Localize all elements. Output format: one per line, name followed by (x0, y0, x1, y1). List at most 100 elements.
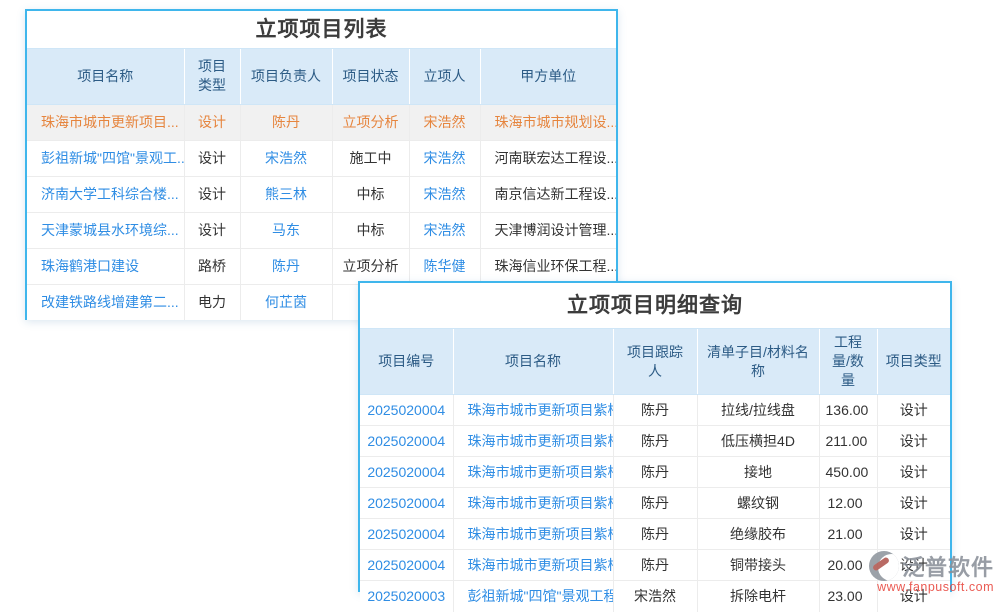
quantity-cell: 211.00 (819, 426, 877, 457)
project-list-title: 立项项目列表 (27, 11, 616, 49)
project-leader-cell[interactable]: 宋浩然 (240, 140, 332, 176)
project-type-cell: 路桥 (184, 248, 240, 284)
quantity-cell: 12.00 (819, 488, 877, 519)
tracker-cell: 陈丹 (613, 426, 697, 457)
project-status-cell: 施工中 (332, 140, 409, 176)
project-name-cell[interactable]: 天津蒙城县水环境综... (27, 212, 184, 248)
col-header-project-type: 项目类型 (877, 329, 950, 395)
project-list-panel: 立项项目列表 项目名称 项目类型 项目负责人 项目状态 立项人 甲方单位 珠海市… (25, 9, 618, 320)
client-unit-cell: 珠海市城市规划设... (480, 104, 616, 140)
tracker-cell: 陈丹 (613, 550, 697, 581)
project-name-cell[interactable]: 珠海市城市更新项目紫桐 (453, 426, 613, 457)
table-row[interactable]: 珠海鹤港口建设 路桥 陈丹 立项分析 陈华健 珠海信业环保工程... (27, 248, 616, 284)
project-leader-cell[interactable]: 陈丹 (240, 104, 332, 140)
material-cell: 螺纹钢 (697, 488, 819, 519)
table-row[interactable]: 济南大学工科综合楼... 设计 熊三林 中标 宋浩然 南京信达新工程设... (27, 176, 616, 212)
col-header-project-status: 项目状态 (332, 49, 409, 104)
col-header-project-no: 项目编号 (360, 329, 453, 395)
table-row[interactable]: 彭祖新城"四馆"景观工... 设计 宋浩然 施工中 宋浩然 河南联宏达工程设..… (27, 140, 616, 176)
project-no-cell[interactable]: 2025020004 (360, 488, 453, 519)
tracker-cell: 宋浩然 (613, 581, 697, 612)
project-leader-cell[interactable]: 陈丹 (240, 248, 332, 284)
col-header-tracker: 项目跟踪人 (613, 329, 697, 395)
project-status-cell: 中标 (332, 212, 409, 248)
table-row[interactable]: 2025020003 彭祖新城"四馆"景观工程 宋浩然 拆除电杆 23.00 设… (360, 581, 950, 612)
watermark: 泛普软件 www.fanpusoft.com (869, 550, 994, 594)
project-no-cell[interactable]: 2025020004 (360, 550, 453, 581)
project-leader-cell[interactable]: 马东 (240, 212, 332, 248)
quantity-cell: 21.00 (819, 519, 877, 550)
col-header-client-unit: 甲方单位 (480, 49, 616, 104)
quantity-cell: 136.00 (819, 395, 877, 426)
project-name-cell[interactable]: 珠海市城市更新项目紫桐 (453, 550, 613, 581)
col-header-initiator: 立项人 (409, 49, 480, 104)
project-status-cell: 立项分析 (332, 248, 409, 284)
project-detail-panel: 立项项目明细查询 项目编号 项目名称 项目跟踪人 清单子目/材料名称 工程量/数… (358, 281, 952, 592)
material-cell: 铜带接头 (697, 550, 819, 581)
table-row[interactable]: 2025020004 珠海市城市更新项目紫桐 陈丹 拉线/拉线盘 136.00 … (360, 395, 950, 426)
project-leader-cell[interactable]: 熊三林 (240, 176, 332, 212)
table-row[interactable]: 2025020004 珠海市城市更新项目紫桐 陈丹 螺纹钢 12.00 设计 (360, 488, 950, 519)
project-name-cell[interactable]: 珠海鹤港口建设 (27, 248, 184, 284)
project-list-table: 项目名称 项目类型 项目负责人 项目状态 立项人 甲方单位 珠海市城市更新项目.… (27, 49, 616, 320)
project-name-cell[interactable]: 彭祖新城"四馆"景观工程 (453, 581, 613, 612)
project-detail-title: 立项项目明细查询 (360, 283, 950, 329)
initiator-cell[interactable]: 宋浩然 (409, 176, 480, 212)
col-header-project-type: 项目类型 (184, 49, 240, 104)
project-name-cell[interactable]: 珠海市城市更新项目紫桐 (453, 457, 613, 488)
table-header-row: 项目名称 项目类型 项目负责人 项目状态 立项人 甲方单位 (27, 49, 616, 104)
table-row[interactable]: 天津蒙城县水环境综... 设计 马东 中标 宋浩然 天津博润设计管理... (27, 212, 616, 248)
project-no-cell[interactable]: 2025020004 (360, 426, 453, 457)
project-name-cell[interactable]: 济南大学工科综合楼... (27, 176, 184, 212)
material-cell: 接地 (697, 457, 819, 488)
client-unit-cell: 天津博润设计管理... (480, 212, 616, 248)
project-no-cell[interactable]: 2025020004 (360, 457, 453, 488)
quantity-cell: 450.00 (819, 457, 877, 488)
project-name-cell[interactable]: 彭祖新城"四馆"景观工... (27, 140, 184, 176)
project-status-cell: 立项分析 (332, 104, 409, 140)
project-name-cell[interactable]: 珠海市城市更新项目紫桐 (453, 395, 613, 426)
watermark-url: www.fanpusoft.com (869, 580, 994, 594)
project-name-cell[interactable]: 珠海市城市更新项目紫桐 (453, 488, 613, 519)
project-type-cell: 设计 (184, 176, 240, 212)
table-row[interactable]: 珠海市城市更新项目... 设计 陈丹 立项分析 宋浩然 珠海市城市规划设... (27, 104, 616, 140)
col-header-material-name: 清单子目/材料名称 (697, 329, 819, 395)
client-unit-cell: 珠海信业环保工程... (480, 248, 616, 284)
table-row[interactable]: 2025020004 珠海市城市更新项目紫桐 陈丹 低压横担4D 211.00 … (360, 426, 950, 457)
project-name-cell[interactable]: 珠海市城市更新项目紫桐 (453, 519, 613, 550)
material-cell: 绝缘胶布 (697, 519, 819, 550)
initiator-cell[interactable]: 陈华健 (409, 248, 480, 284)
col-header-quantity: 工程量/数量 (819, 329, 877, 395)
project-type-cell: 电力 (184, 284, 240, 320)
material-cell: 拆除电杆 (697, 581, 819, 612)
col-header-project-name: 项目名称 (453, 329, 613, 395)
project-no-cell[interactable]: 2025020003 (360, 581, 453, 612)
project-name-cell[interactable]: 珠海市城市更新项目... (27, 104, 184, 140)
project-type-cell: 设计 (877, 488, 950, 519)
table-header-row: 项目编号 项目名称 项目跟踪人 清单子目/材料名称 工程量/数量 项目类型 (360, 329, 950, 395)
tracker-cell: 陈丹 (613, 395, 697, 426)
project-type-cell: 设计 (184, 212, 240, 248)
initiator-cell[interactable]: 宋浩然 (409, 104, 480, 140)
material-cell: 拉线/拉线盘 (697, 395, 819, 426)
project-leader-cell[interactable]: 何芷茵 (240, 284, 332, 320)
project-no-cell[interactable]: 2025020004 (360, 395, 453, 426)
project-status-cell: 中标 (332, 176, 409, 212)
table-row[interactable]: 2025020004 珠海市城市更新项目紫桐 陈丹 铜带接头 20.00 设计 (360, 550, 950, 581)
project-type-cell: 设计 (877, 395, 950, 426)
material-cell: 低压横担4D (697, 426, 819, 457)
table-row[interactable]: 2025020004 珠海市城市更新项目紫桐 陈丹 绝缘胶布 21.00 设计 (360, 519, 950, 550)
table-row[interactable]: 2025020004 珠海市城市更新项目紫桐 陈丹 接地 450.00 设计 (360, 457, 950, 488)
tracker-cell: 陈丹 (613, 519, 697, 550)
watermark-brand: 泛普软件 (902, 550, 994, 582)
client-unit-cell: 河南联宏达工程设... (480, 140, 616, 176)
project-no-cell[interactable]: 2025020004 (360, 519, 453, 550)
project-type-cell: 设计 (877, 426, 950, 457)
project-type-cell: 设计 (184, 104, 240, 140)
col-header-project-leader: 项目负责人 (240, 49, 332, 104)
tracker-cell: 陈丹 (613, 457, 697, 488)
col-header-project-name: 项目名称 (27, 49, 184, 104)
project-name-cell[interactable]: 改建铁路线增建第二... (27, 284, 184, 320)
initiator-cell[interactable]: 宋浩然 (409, 140, 480, 176)
initiator-cell[interactable]: 宋浩然 (409, 212, 480, 248)
